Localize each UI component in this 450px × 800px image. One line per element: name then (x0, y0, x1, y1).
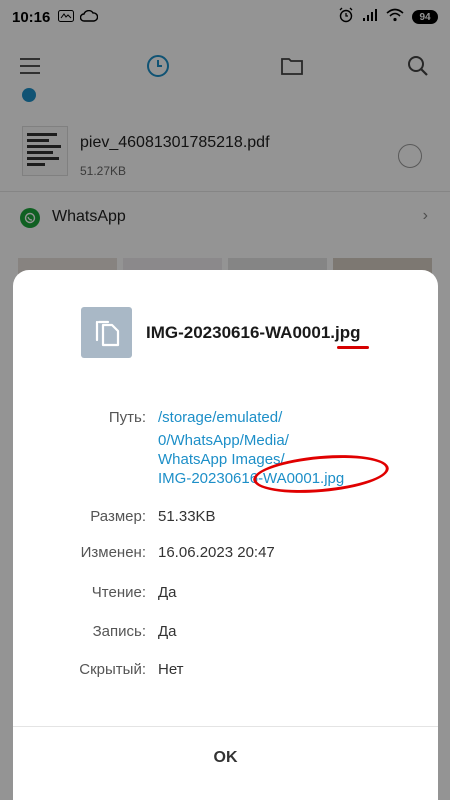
read-value: Да (158, 584, 177, 601)
modified-label: Изменен: (80, 544, 146, 561)
dialog-title: IMG-20230616-WA0001.jpg (146, 323, 361, 342)
annotation-underline (337, 346, 369, 349)
file-icon (81, 307, 132, 358)
write-value: Да (158, 623, 177, 640)
path-label: Путь: (108, 409, 146, 426)
path-value-line[interactable]: /storage/emulated/ (158, 409, 282, 426)
path-value-line[interactable]: WhatsApp Images/ (158, 451, 285, 468)
path-value-line[interactable]: 0/WhatsApp/Media/ (158, 432, 289, 449)
hidden-value: Нет (158, 661, 184, 678)
ok-button[interactable]: OK (13, 727, 438, 789)
file-properties-dialog: IMG-20230616-WA0001.jpg Путь: /storage/e… (13, 270, 438, 800)
size-label: Размер: (90, 508, 146, 525)
read-label: Чтение: (91, 584, 146, 601)
hidden-label: Скрытый: (79, 661, 146, 678)
write-label: Запись: (92, 623, 146, 640)
size-value: 51.33KB (158, 508, 216, 525)
modified-value: 16.06.2023 20:47 (158, 544, 275, 561)
